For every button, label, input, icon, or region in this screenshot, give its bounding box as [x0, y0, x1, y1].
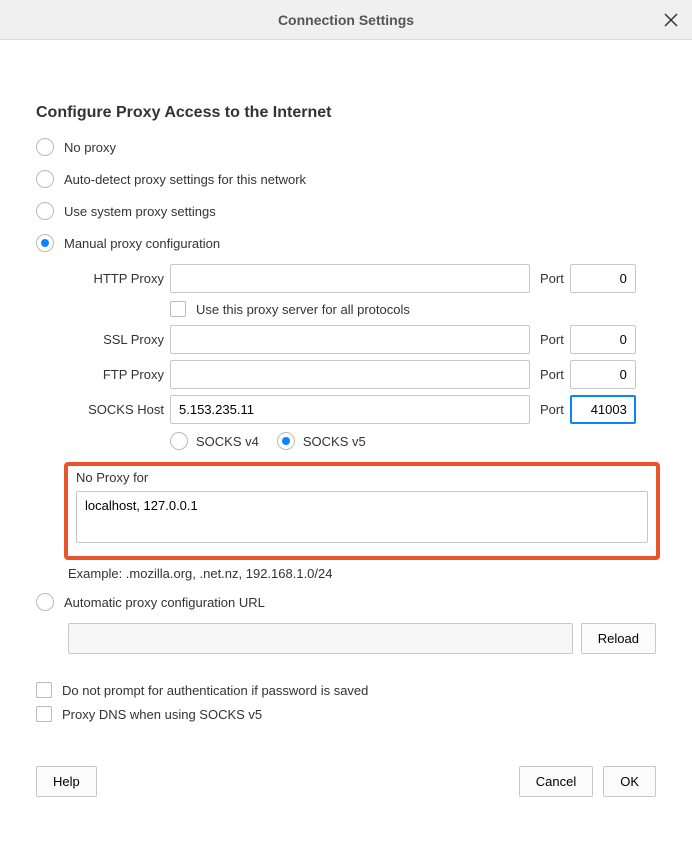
- socks-v5-label: SOCKS v5: [303, 434, 366, 449]
- pac-section: Reload: [68, 623, 656, 654]
- option-auto-url[interactable]: Automatic proxy configuration URL: [36, 591, 656, 613]
- close-icon[interactable]: [664, 13, 678, 27]
- http-port-input[interactable]: [570, 264, 636, 293]
- socks-host-input[interactable]: [170, 395, 530, 424]
- http-proxy-row: HTTP Proxy Port: [68, 264, 656, 293]
- radio-icon[interactable]: [36, 202, 54, 220]
- no-auth-prompt-label: Do not prompt for authentication if pass…: [62, 683, 368, 698]
- checkbox-icon[interactable]: [36, 706, 52, 722]
- option-label: Automatic proxy configuration URL: [64, 595, 265, 610]
- pac-url-input[interactable]: [68, 623, 573, 654]
- option-no-proxy[interactable]: No proxy: [36, 136, 656, 158]
- http-proxy-input[interactable]: [170, 264, 530, 293]
- radio-icon[interactable]: [36, 593, 54, 611]
- dialog-footer: Help Cancel OK: [36, 766, 656, 797]
- option-manual-proxy[interactable]: Manual proxy configuration: [36, 232, 656, 254]
- no-proxy-textarea[interactable]: [76, 491, 648, 543]
- port-label: Port: [540, 367, 564, 382]
- radio-icon[interactable]: [36, 138, 54, 156]
- help-button[interactable]: Help: [36, 766, 97, 797]
- ssl-proxy-row: SSL Proxy Port: [68, 325, 656, 354]
- socks-host-label: SOCKS Host: [68, 402, 164, 417]
- ftp-proxy-input[interactable]: [170, 360, 530, 389]
- socks-port-input[interactable]: [570, 395, 636, 424]
- proxy-dns-label: Proxy DNS when using SOCKS v5: [62, 707, 262, 722]
- manual-proxy-section: HTTP Proxy Port Use this proxy server fo…: [68, 264, 656, 581]
- option-label: Auto-detect proxy settings for this netw…: [64, 172, 306, 187]
- radio-icon[interactable]: [170, 432, 188, 450]
- page-heading: Configure Proxy Access to the Internet: [36, 104, 656, 122]
- use-all-protocols-label: Use this proxy server for all protocols: [196, 302, 410, 317]
- proxy-dns-row[interactable]: Proxy DNS when using SOCKS v5: [36, 706, 656, 722]
- option-label: Use system proxy settings: [64, 204, 216, 219]
- socks-host-row: SOCKS Host Port: [68, 395, 656, 424]
- cancel-button[interactable]: Cancel: [519, 766, 593, 797]
- http-proxy-label: HTTP Proxy: [68, 271, 164, 286]
- titlebar: Connection Settings: [0, 0, 692, 40]
- ftp-proxy-row: FTP Proxy Port: [68, 360, 656, 389]
- content-area: Configure Proxy Access to the Internet N…: [0, 40, 692, 819]
- option-label: No proxy: [64, 140, 116, 155]
- use-all-protocols-row[interactable]: Use this proxy server for all protocols: [170, 301, 656, 317]
- ssl-port-input[interactable]: [570, 325, 636, 354]
- port-label: Port: [540, 402, 564, 417]
- reload-button[interactable]: Reload: [581, 623, 656, 654]
- socks-v4-label: SOCKS v4: [196, 434, 259, 449]
- ok-button[interactable]: OK: [603, 766, 656, 797]
- radio-icon[interactable]: [36, 170, 54, 188]
- ssl-proxy-label: SSL Proxy: [68, 332, 164, 347]
- checkbox-icon[interactable]: [36, 682, 52, 698]
- option-label: Manual proxy configuration: [64, 236, 220, 251]
- ftp-proxy-label: FTP Proxy: [68, 367, 164, 382]
- no-auth-prompt-row[interactable]: Do not prompt for authentication if pass…: [36, 682, 656, 698]
- no-proxy-example: Example: .mozilla.org, .net.nz, 192.168.…: [68, 566, 656, 581]
- ftp-port-input[interactable]: [570, 360, 636, 389]
- socks-version-row: SOCKS v4 SOCKS v5: [170, 432, 656, 450]
- no-proxy-label: No Proxy for: [76, 470, 648, 485]
- option-system-proxy[interactable]: Use system proxy settings: [36, 200, 656, 222]
- titlebar-title: Connection Settings: [278, 12, 414, 28]
- option-auto-detect[interactable]: Auto-detect proxy settings for this netw…: [36, 168, 656, 190]
- port-label: Port: [540, 332, 564, 347]
- ssl-proxy-input[interactable]: [170, 325, 530, 354]
- radio-icon[interactable]: [277, 432, 295, 450]
- port-label: Port: [540, 271, 564, 286]
- radio-icon[interactable]: [36, 234, 54, 252]
- checkbox-icon[interactable]: [170, 301, 186, 317]
- no-proxy-highlight: No Proxy for: [64, 462, 660, 560]
